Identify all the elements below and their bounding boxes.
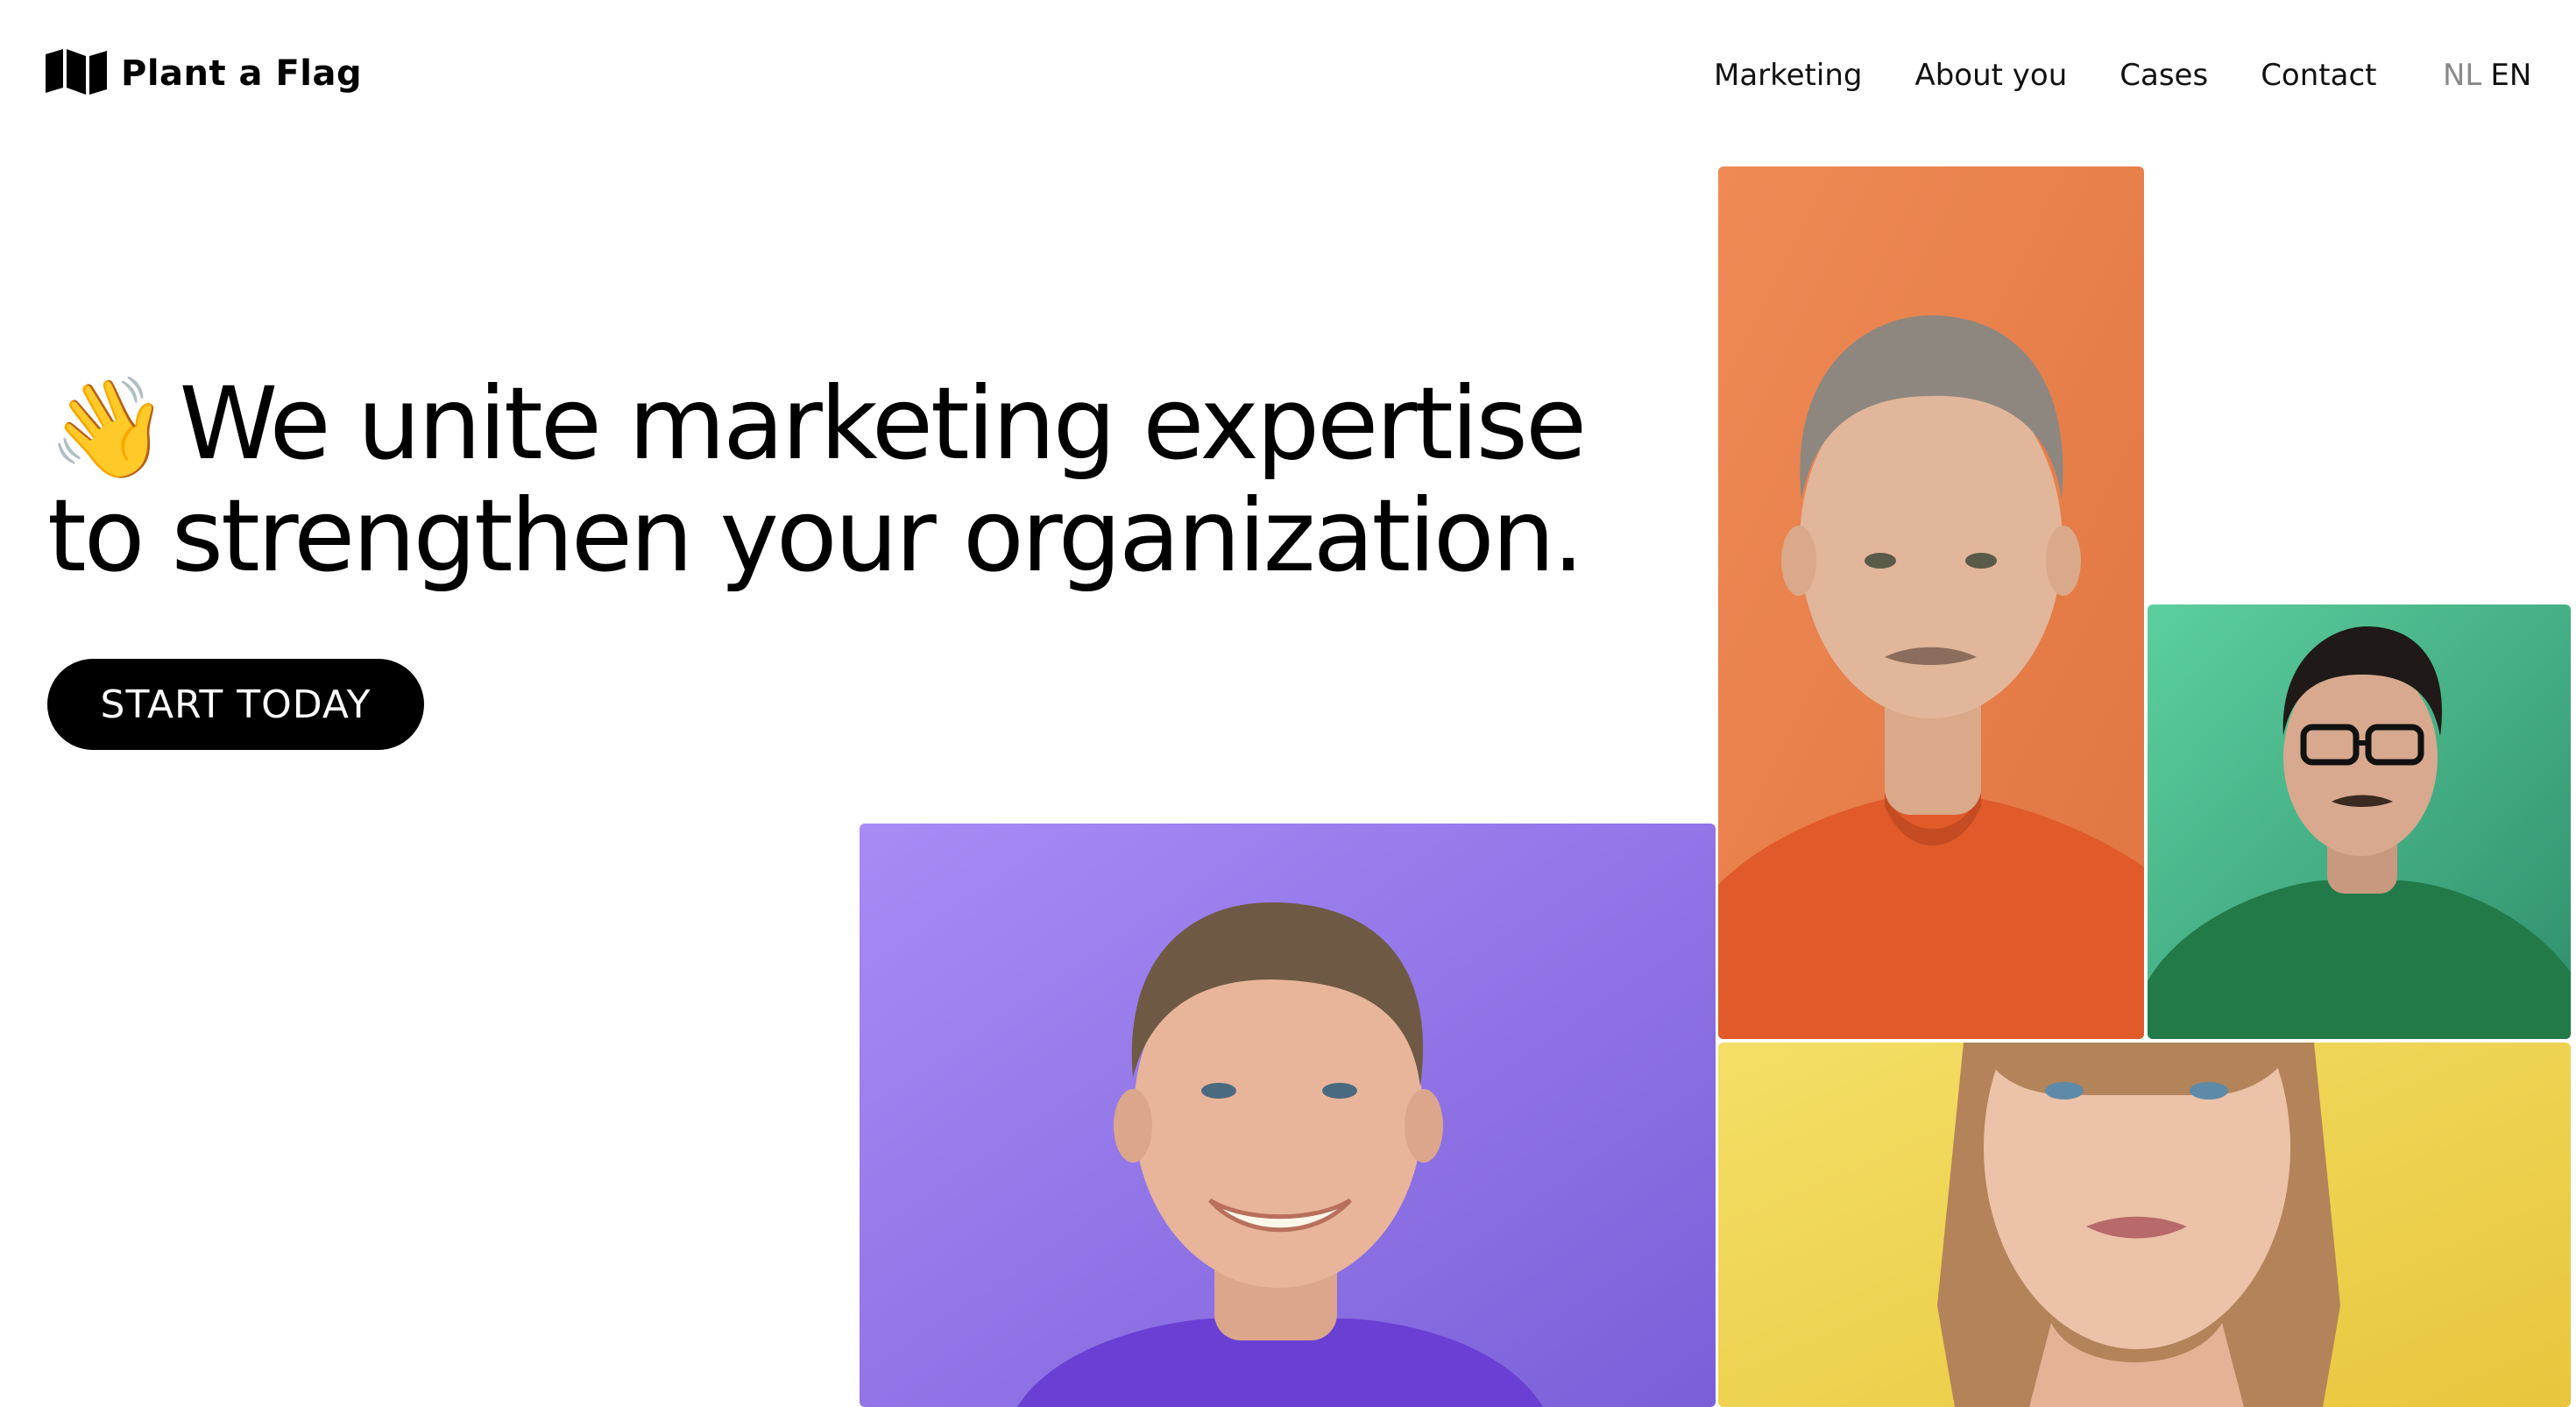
portrait-woman-yellow <box>1718 1043 2571 1407</box>
start-today-button[interactable]: START TODAY <box>47 659 424 750</box>
language-switch: NL EN <box>2443 53 2531 98</box>
nav-link-contact[interactable]: Contact <box>2261 53 2376 98</box>
nav-link-about-you[interactable]: About you <box>1914 53 2067 98</box>
lang-nl[interactable]: NL <box>2443 53 2481 98</box>
photo-man-orange <box>1718 166 2144 1039</box>
portrait-man-orange <box>1718 166 2144 1039</box>
headline-text-2: to strengthen your organization. <box>47 477 1584 594</box>
waving-hand-icon: 👋 <box>47 371 169 485</box>
flag-icon <box>46 49 107 95</box>
logo-link[interactable]: Plant a Flag <box>46 49 362 98</box>
portrait-man-purple <box>860 824 1716 1407</box>
photo-man-green <box>2148 605 2571 1039</box>
portrait-man-green <box>2148 605 2571 1039</box>
nav-link-marketing[interactable]: Marketing <box>1714 53 1862 98</box>
headline-text-1: We unite marketing expertise <box>179 365 1587 482</box>
lang-en[interactable]: EN <box>2490 53 2531 98</box>
photo-woman-yellow <box>1718 1043 2571 1407</box>
main-nav: Marketing About you Cases Contact <box>1714 53 2376 98</box>
photo-man-purple <box>860 824 1716 1407</box>
hero-headline: 👋 We unite marketing expertise to strengt… <box>47 368 1587 594</box>
nav-link-cases[interactable]: Cases <box>2120 53 2208 98</box>
page: Plant a Flag Marketing About you Cases C… <box>0 0 2576 1407</box>
headline-line-1: 👋 We unite marketing expertise <box>47 368 1587 485</box>
logo-text: Plant a Flag <box>121 53 363 94</box>
